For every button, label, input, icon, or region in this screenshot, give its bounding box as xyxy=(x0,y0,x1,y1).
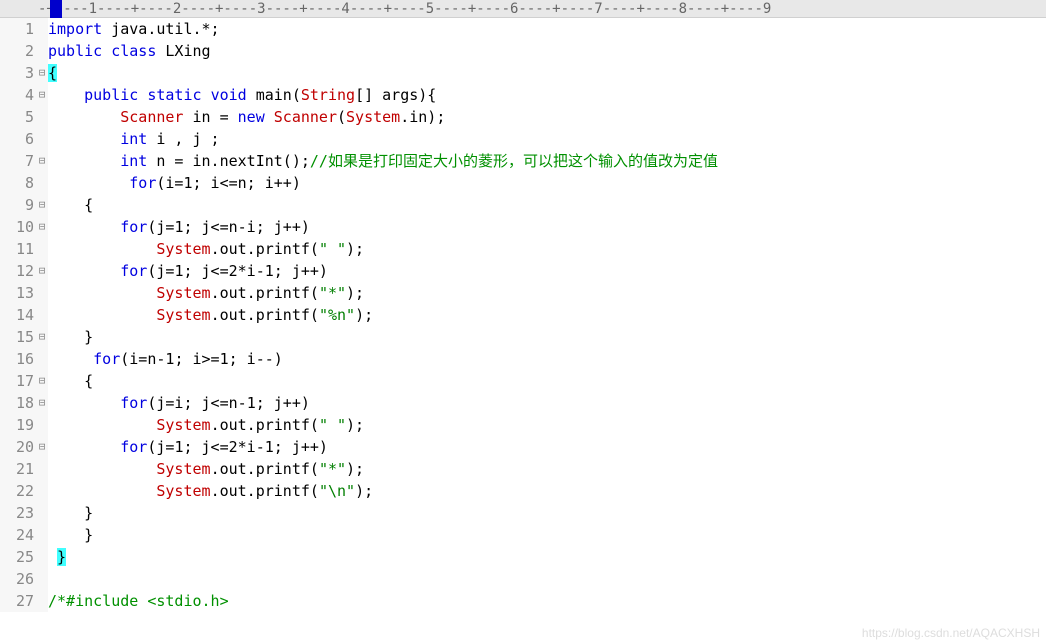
code-line: for(j=i; j<=n-1; j++) xyxy=(48,392,1046,414)
fold-marker[interactable] xyxy=(36,590,48,612)
code-line: System.out.printf(" "); xyxy=(48,238,1046,260)
code-area[interactable]: import java.util.*; public class LXing {… xyxy=(48,18,1046,612)
line-number: 3 xyxy=(0,62,34,84)
fold-marker[interactable] xyxy=(36,414,48,436)
code-line: int n = in.nextInt();//如果是打印固定大小的菱形，可以把这… xyxy=(48,150,1046,172)
fold-marker[interactable] xyxy=(36,458,48,480)
fold-marker[interactable]: ⊟ xyxy=(36,84,48,106)
code-line: import java.util.*; xyxy=(48,18,1046,40)
code-line: } xyxy=(48,502,1046,524)
line-number: 4 xyxy=(0,84,34,106)
fold-marker[interactable]: ⊟ xyxy=(36,216,48,238)
code-line: { xyxy=(48,370,1046,392)
ruler-caret xyxy=(50,0,62,18)
line-number: 5 xyxy=(0,106,34,128)
code-line: { xyxy=(48,194,1046,216)
line-number: 10 xyxy=(0,216,34,238)
fold-marker[interactable] xyxy=(36,282,48,304)
code-line: System.out.printf("\n"); xyxy=(48,480,1046,502)
line-number: 22 xyxy=(0,480,34,502)
line-number: 9 xyxy=(0,194,34,216)
code-line: } xyxy=(48,524,1046,546)
line-number: 24 xyxy=(0,524,34,546)
ruler: -+----1----+----2----+----3----+----4---… xyxy=(0,0,1046,18)
line-number: 21 xyxy=(0,458,34,480)
line-number: 16 xyxy=(0,348,34,370)
line-number: 19 xyxy=(0,414,34,436)
fold-marker[interactable]: ⊟ xyxy=(36,194,48,216)
fold-marker[interactable] xyxy=(36,128,48,150)
fold-marker[interactable]: ⊟ xyxy=(36,62,48,84)
line-number: 26 xyxy=(0,568,34,590)
code-line xyxy=(48,568,1046,590)
code-line: public static void main(String[] args){ xyxy=(48,84,1046,106)
fold-marker[interactable] xyxy=(36,238,48,260)
code-line: System.out.printf("%n"); xyxy=(48,304,1046,326)
fold-marker[interactable] xyxy=(36,172,48,194)
code-line: } xyxy=(48,326,1046,348)
code-line: } xyxy=(48,546,1046,568)
code-line: for(i=n-1; i>=1; i--) xyxy=(48,348,1046,370)
line-number: 1 xyxy=(0,18,34,40)
fold-marker[interactable] xyxy=(36,40,48,62)
line-number: 13 xyxy=(0,282,34,304)
line-number: 11 xyxy=(0,238,34,260)
fold-marker[interactable] xyxy=(36,546,48,568)
code-line: Scanner in = new Scanner(System.in); xyxy=(48,106,1046,128)
line-number-gutter: 1 2 3 4 5 6 7 8 9 10 11 12 13 14 15 16 1… xyxy=(0,18,36,612)
fold-marker[interactable] xyxy=(36,304,48,326)
code-line: for(j=1; j<=n-i; j++) xyxy=(48,216,1046,238)
line-number: 15 xyxy=(0,326,34,348)
ruler-text: -+----1----+----2----+----3----+----4---… xyxy=(38,1,771,17)
code-line: /*#include <stdio.h> xyxy=(48,590,1046,612)
line-number: 12 xyxy=(0,260,34,282)
line-number: 6 xyxy=(0,128,34,150)
fold-marker[interactable]: ⊟ xyxy=(36,436,48,458)
watermark: https://blog.csdn.net/AQACXHSH xyxy=(862,626,1040,640)
fold-marker[interactable] xyxy=(36,18,48,40)
code-editor[interactable]: 1 2 3 4 5 6 7 8 9 10 11 12 13 14 15 16 1… xyxy=(0,18,1046,612)
line-number: 14 xyxy=(0,304,34,326)
code-line: for(i=1; i<=n; i++) xyxy=(48,172,1046,194)
line-number: 2 xyxy=(0,40,34,62)
code-line: System.out.printf("*"); xyxy=(48,458,1046,480)
line-number: 8 xyxy=(0,172,34,194)
line-number: 17 xyxy=(0,370,34,392)
fold-marker[interactable]: ⊟ xyxy=(36,392,48,414)
code-line: for(j=1; j<=2*i-1; j++) xyxy=(48,436,1046,458)
fold-marker[interactable]: ⊟ xyxy=(36,326,48,348)
fold-marker[interactable] xyxy=(36,348,48,370)
line-number: 18 xyxy=(0,392,34,414)
fold-marker[interactable] xyxy=(36,480,48,502)
fold-gutter: ⊟ ⊟ ⊟ ⊟ ⊟ ⊟ ⊟ ⊟ ⊟ ⊟ xyxy=(36,18,48,612)
code-line: { xyxy=(48,62,1046,84)
line-number: 25 xyxy=(0,546,34,568)
code-line: for(j=1; j<=2*i-1; j++) xyxy=(48,260,1046,282)
code-line: public class LXing xyxy=(48,40,1046,62)
line-number: 7 xyxy=(0,150,34,172)
fold-marker[interactable] xyxy=(36,524,48,546)
line-number: 20 xyxy=(0,436,34,458)
code-line: System.out.printf(" "); xyxy=(48,414,1046,436)
fold-marker[interactable]: ⊟ xyxy=(36,370,48,392)
line-number: 27 xyxy=(0,590,34,612)
code-line: int i , j ; xyxy=(48,128,1046,150)
fold-marker[interactable] xyxy=(36,106,48,128)
fold-marker[interactable]: ⊟ xyxy=(36,150,48,172)
fold-marker[interactable] xyxy=(36,568,48,590)
line-number: 23 xyxy=(0,502,34,524)
fold-marker[interactable]: ⊟ xyxy=(36,260,48,282)
code-line: System.out.printf("*"); xyxy=(48,282,1046,304)
fold-marker[interactable] xyxy=(36,502,48,524)
